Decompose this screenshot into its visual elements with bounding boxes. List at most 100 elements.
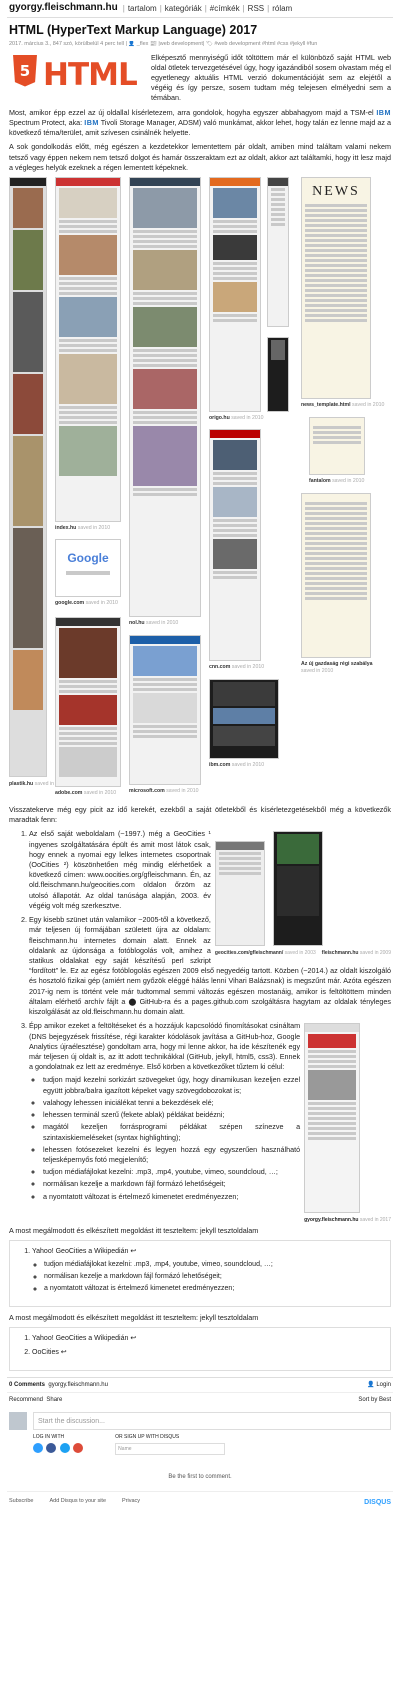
thumb-gyorgy[interactable]	[304, 1023, 361, 1214]
html5-shield-icon: 5	[13, 54, 37, 87]
footnote-list-2: Yahoo! GeoCities a Wikipedián ↩ OoCities…	[32, 1334, 380, 1358]
footnote-subitem: tudjon médiafájlokat kezelni: .mp3, .mp4…	[44, 1260, 380, 1270]
disqus-logo[interactable]: DISQUS	[364, 1498, 391, 1508]
caption-uj-gazdasag: Az új gazdaság régi szabálya saved in 20…	[301, 660, 373, 675]
news-masthead: NEWS	[312, 183, 360, 199]
disqus-header: 0 Comments gyorgy.fleischmann.hu 👤 Login	[7, 1376, 393, 1393]
first-comment-text: Be the first to comment.	[168, 1473, 232, 1480]
caption-origo: origo.hu saved in 2010	[209, 414, 264, 421]
tsm-text-b: Spectrum Protect, aka:	[9, 117, 83, 127]
back-arrow-icon[interactable]: ↩	[61, 1348, 67, 1356]
thumb-nol[interactable]	[129, 176, 201, 617]
caption-microsoft: microsoft.com saved in 2010	[129, 787, 199, 794]
nav-kategoriak[interactable]: kategóriák	[165, 4, 202, 13]
thumb-origo[interactable]	[209, 176, 261, 412]
back-arrow-icon[interactable]: ↩	[130, 1334, 136, 1342]
history-paragraph: Visszatekerve még egy picit az idő kerek…	[9, 804, 391, 825]
footnote-1b: Yahoo! GeoCities a Wikipedián ↩	[32, 1334, 380, 1344]
jekyll-test-paragraph: A most megálmodott és elkészített megold…	[9, 1225, 259, 1235]
footnote-subitem: normálisan kezelje a markdown fájl formá…	[44, 1272, 380, 1282]
post-title: HTML (HyperText Markup Language) 2017	[9, 23, 258, 37]
top-navbar: gyorgy.fleischmann.hu | tartalom | kateg…	[7, 0, 393, 18]
add-disqus-link[interactable]: Add Disqus to your site	[49, 1498, 106, 1508]
thumb-origo-2[interactable]	[267, 176, 289, 327]
saved-pages-paragraph: A sok gondolkodás előtt, még egészen a k…	[9, 142, 391, 172]
disqus-icon[interactable]	[33, 1442, 43, 1453]
sort-dropdown[interactable]: Sort by Best	[358, 1396, 391, 1405]
caption-ibm: ibm.com saved in 2010	[209, 761, 265, 768]
facebook-icon[interactable]	[46, 1442, 57, 1453]
privacy-link[interactable]: Privacy	[122, 1498, 140, 1508]
post-meta: 2017. március 3., 847 szó, körülbelül 4 …	[9, 40, 318, 47]
footnote-oocities-link[interactable]: OoCities	[32, 1349, 59, 1356]
google-logo-text: Google	[67, 550, 109, 565]
history-item-3-text: Épp amikor ezeket a feltöltéseket és a h…	[29, 1021, 301, 1072]
history-item-1: geocities.com/gfleischmann/ saved in 200…	[29, 829, 391, 955]
login-with-label: LOG IN WITH	[33, 1433, 65, 1440]
footnotes-box-2: Yahoo! GeoCities a Wikipedián ↩ OoCities…	[9, 1326, 391, 1371]
footnote-1: Yahoo! GeoCities a Wikipedián ↩ tudjon m…	[32, 1247, 380, 1294]
history-list: geocities.com/gfleischmann/ saved in 200…	[29, 829, 391, 1222]
disqus-thread: 0 Comments gyorgy.fleischmann.hu 👤 Login…	[7, 1376, 393, 1515]
nav-cimkek[interactable]: #címkék	[210, 4, 240, 13]
thumb-uj-gazdasag[interactable]	[301, 492, 371, 658]
thumb-google[interactable]: Google	[55, 538, 121, 597]
thumb-geocities[interactable]	[214, 841, 265, 947]
caption-geocities: geocities.com/gfleischmann/ saved in 200…	[214, 949, 316, 956]
ibm-logo-2: IBM	[84, 117, 99, 127]
footnote-sublist: tudjon médiafájlokat kezelni: .mp3, .mp4…	[44, 1260, 380, 1294]
comment-compose: Start the discussion...	[9, 1411, 391, 1430]
name-input[interactable]: Name	[115, 1442, 226, 1455]
login-button[interactable]: 👤 Login	[367, 1381, 391, 1390]
geocities-thumbs: geocities.com/gfleischmann/ saved in 200…	[214, 831, 391, 956]
login-options: LOG IN WITH OR SIGN UP WITH DISQUS Name	[33, 1434, 367, 1455]
ibm-logo-1: IBM	[376, 107, 391, 117]
tsm-paragraph: Most, amikor épp ezzel az új oldallal kí…	[9, 108, 391, 139]
caption-gyorgy: gyorgy.fleischmann.hu saved in 2017	[304, 1216, 391, 1223]
comment-input[interactable]: Start the discussion...	[33, 1411, 391, 1430]
saved-pages-gallery: plastik.hu saved in 2010 index.hu saved …	[9, 176, 391, 799]
thumb-news-template[interactable]: NEWS	[301, 176, 371, 399]
thumb-adobe[interactable]	[55, 616, 121, 787]
caption-google: google.com saved in 2010	[55, 599, 118, 606]
nav-tartalom[interactable]: tartalom	[128, 4, 157, 13]
nav-rss[interactable]: RSS	[248, 4, 264, 13]
history-item-1-text: Az első saját weboldalam (~1997.) még a …	[29, 829, 211, 910]
site-name-link[interactable]: gyorgy.fleischmann.hu	[9, 1, 118, 15]
twitter-icon[interactable]	[59, 1442, 70, 1453]
thumb-ibm[interactable]	[209, 678, 279, 759]
footnote-subitem: a nyomtatott változat is értelmező kimen…	[44, 1284, 380, 1294]
html5-logo-text: HTML	[43, 56, 138, 93]
thumb-plastik[interactable]	[9, 176, 47, 777]
footnote-geocities-link-2[interactable]: Yahoo! GeoCities a Wikipedián	[32, 1335, 128, 1342]
footnote-2: OoCities ↩	[32, 1348, 380, 1358]
caption-nol: nol.hu saved in 2010	[129, 619, 179, 626]
footnote-geocities-link[interactable]: Yahoo! GeoCities a Wikipedián	[32, 1248, 128, 1255]
tsm-text-a: Most, amikor épp ezzel az új oldallal kí…	[9, 107, 374, 117]
thumb-index[interactable]	[55, 176, 121, 522]
caption-adobe: adobe.com saved in 2010	[55, 789, 117, 796]
user-icon: 👤	[367, 1381, 375, 1388]
disqus-footer: Subscribe Add Disqus to your site Privac…	[7, 1491, 393, 1514]
caption-fantalom: fantalom saved in 2010	[309, 477, 365, 484]
footnotes-box: Yahoo! GeoCities a Wikipedián ↩ tudjon m…	[9, 1239, 391, 1307]
html5-logo: 5 HTML	[7, 53, 147, 93]
page: gyorgy.fleischmann.hu | tartalom | kateg…	[0, 0, 400, 1700]
google-icon[interactable]	[73, 1442, 84, 1453]
caption-cnn: cnn.com saved in 2010	[209, 663, 265, 670]
thumb-cnn[interactable]	[209, 428, 261, 661]
recommend-button[interactable]: Recommend	[9, 1397, 43, 1403]
share-button[interactable]: Share	[46, 1397, 62, 1403]
thumb-origo-3[interactable]	[267, 336, 289, 412]
back-arrow-icon[interactable]: ↩	[130, 1247, 136, 1255]
thumb-fleischmann[interactable]	[272, 831, 323, 947]
caption-index: index.hu saved in 2010	[55, 524, 111, 531]
history-item-3: gyorgy.fleischmann.hu saved in 2017 Épp …	[29, 1021, 391, 1222]
thumb-microsoft[interactable]	[129, 634, 201, 785]
caption-news-template: news_template.html saved in 2010	[301, 401, 385, 408]
subscribe-link[interactable]: Subscribe	[9, 1498, 33, 1508]
nav-menu: | tartalom | kategóriák | #címkék | RSS …	[122, 3, 293, 13]
nav-rolam[interactable]: rólam	[272, 4, 292, 13]
signup-label: OR SIGN UP WITH DISQUS	[115, 1433, 180, 1440]
thumb-fantalom[interactable]	[309, 416, 365, 475]
